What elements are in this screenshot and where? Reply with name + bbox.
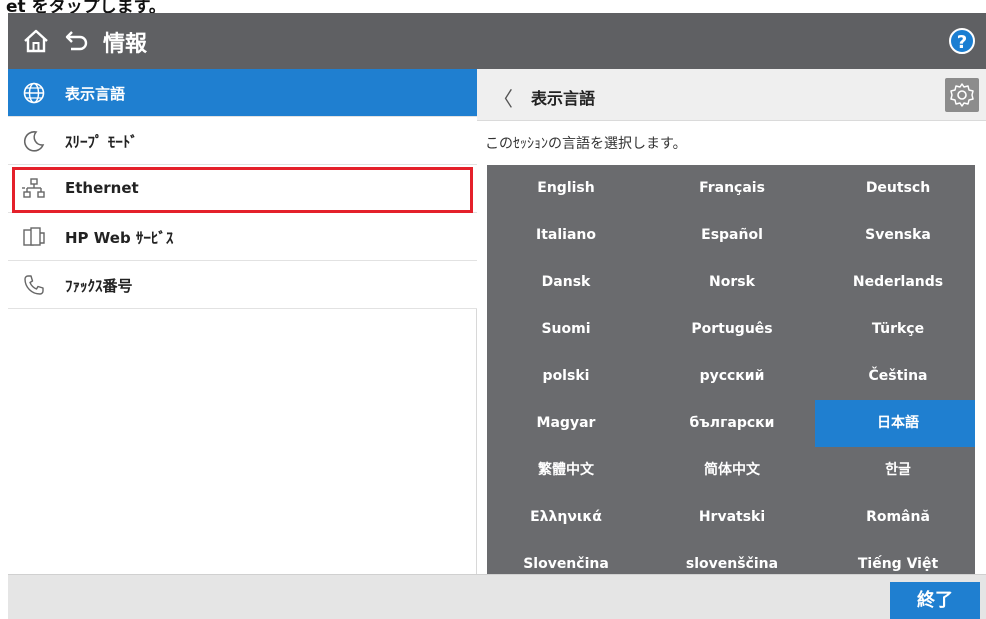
language-option[interactable]: 繁體中文 <box>487 447 649 494</box>
language-option[interactable]: Italiano <box>487 212 649 259</box>
ethernet-highlight-box <box>12 167 473 213</box>
menu-item-label: 表示言語 <box>65 85 126 103</box>
language-option[interactable]: Português <box>649 306 815 353</box>
language-option[interactable]: Čeština <box>815 353 975 400</box>
language-option[interactable]: Nederlands <box>815 259 975 306</box>
chevron-left-icon[interactable]: 〈 <box>493 83 513 112</box>
settings-button[interactable] <box>945 78 979 112</box>
menu-item-hp-web-services[interactable]: HP Web ｻｰﾋﾞｽ <box>8 213 477 261</box>
language-option[interactable]: Norsk <box>649 259 815 306</box>
language-option[interactable]: slovenščina <box>649 541 815 574</box>
menu-item-fax-number[interactable]: ﾌｧｯｸｽ番号 <box>8 261 477 309</box>
language-option[interactable]: български <box>649 400 815 447</box>
language-option[interactable]: Hrvatski <box>649 494 815 541</box>
language-option[interactable]: Slovenčina <box>487 541 649 574</box>
top-bar: 情報 ? <box>8 13 986 69</box>
language-option[interactable]: 한글 <box>815 447 975 494</box>
settings-menu: 表示言語 ｽﾘｰﾌﾟ ﾓｰﾄﾞ Ethernet HP Web ｻｰﾋﾞｽ ﾌｧ… <box>8 69 477 574</box>
language-option[interactable]: Magyar <box>487 400 649 447</box>
moon-icon <box>23 131 45 152</box>
language-option[interactable]: 简体中文 <box>649 447 815 494</box>
language-option[interactable]: Suomi <box>487 306 649 353</box>
menu-item-label: ﾌｧｯｸｽ番号 <box>65 277 133 295</box>
language-option[interactable]: English <box>487 165 649 212</box>
globe-icon <box>23 82 45 104</box>
menu-item-sleep-mode[interactable]: ｽﾘｰﾌﾟ ﾓｰﾄﾞ <box>8 117 477 165</box>
home-icon[interactable] <box>22 28 50 54</box>
web-services-icon <box>23 227 45 246</box>
language-option[interactable]: 日本語 <box>815 400 975 447</box>
gear-icon <box>950 83 974 107</box>
language-option[interactable]: Ελληνικά <box>487 494 649 541</box>
detail-panel: 〈 表示言語 このｾｯｼｮﾝの言語を選択します。 English Français… <box>477 69 986 574</box>
language-option[interactable]: Tiếng Việt <box>815 541 975 574</box>
language-option[interactable]: Français <box>649 165 815 212</box>
caption-text: et をタップします。 <box>6 0 166 13</box>
language-option[interactable]: Dansk <box>487 259 649 306</box>
page-title: 情報 <box>103 32 148 57</box>
menu-item-label: HP Web ｻｰﾋﾞｽ <box>65 229 174 247</box>
help-icon[interactable]: ? <box>949 28 975 54</box>
footer-bar: 終了 <box>8 574 986 619</box>
language-option[interactable]: Română <box>815 494 975 541</box>
menu-item-label: ｽﾘｰﾌﾟ ﾓｰﾄﾞ <box>65 133 138 151</box>
language-option[interactable]: polski <box>487 353 649 400</box>
phone-icon <box>24 275 44 295</box>
detail-title: 表示言語 <box>531 89 596 108</box>
language-option[interactable]: русский <box>649 353 815 400</box>
language-option[interactable]: Español <box>649 212 815 259</box>
language-option[interactable]: Svenska <box>815 212 975 259</box>
detail-description: このｾｯｼｮﾝの言語を選択します。 <box>485 136 687 152</box>
detail-header: 〈 表示言語 <box>477 69 986 121</box>
caption-strip: et をタップします。 <box>0 0 986 13</box>
done-button[interactable]: 終了 <box>890 582 980 619</box>
language-option[interactable]: Deutsch <box>815 165 975 212</box>
language-grid: English Français Deutsch Italiano Español Sve… <box>487 165 975 574</box>
language-option[interactable]: Türkçe <box>815 306 975 353</box>
menu-item-display-language[interactable]: 表示言語 <box>8 69 477 117</box>
back-icon[interactable] <box>63 29 89 53</box>
